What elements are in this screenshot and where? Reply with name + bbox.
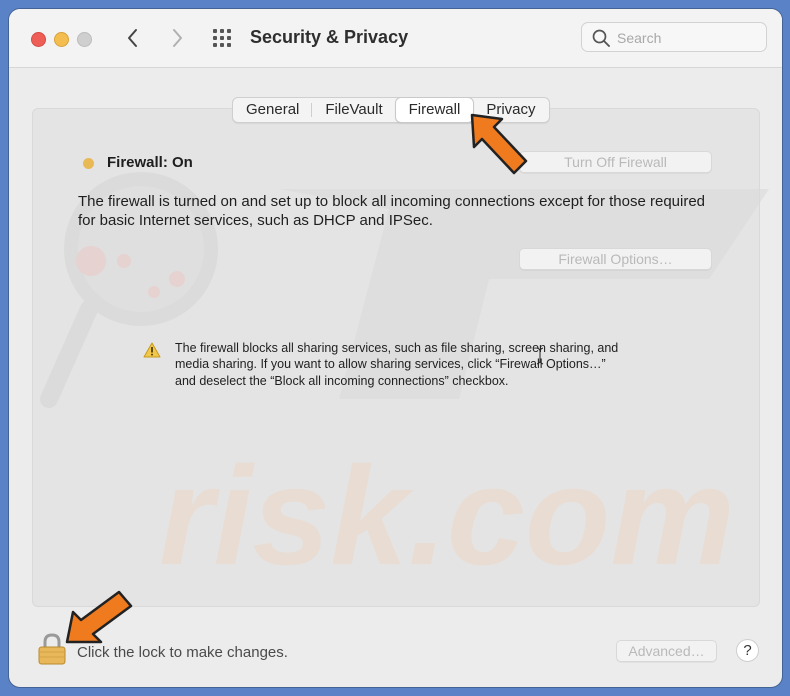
- help-button[interactable]: ?: [736, 639, 759, 662]
- minimize-button[interactable]: [54, 32, 69, 47]
- firewall-description: The firewall is turned on and set up to …: [78, 193, 706, 229]
- sharing-warning: The firewall blocks all sharing services…: [175, 341, 619, 388]
- padlock-icon[interactable]: [37, 633, 67, 665]
- arrow-icon: [65, 590, 133, 644]
- tab-general[interactable]: General: [233, 98, 313, 122]
- grid-icon[interactable]: [212, 28, 236, 48]
- window-title: Security & Privacy: [250, 27, 409, 47]
- back-chevron-icon[interactable]: [121, 25, 145, 51]
- zoom-button[interactable]: [77, 32, 92, 47]
- title-bar: Security & Privacy Search: [9, 9, 782, 68]
- warning-icon: [143, 342, 161, 358]
- tab-firewall[interactable]: Firewall: [395, 98, 474, 122]
- firewall-options-button[interactable]: Firewall Options…: [519, 248, 712, 270]
- status-indicator: [83, 158, 94, 169]
- search-icon: [592, 29, 610, 47]
- search-field[interactable]: Search: [581, 22, 767, 52]
- close-button[interactable]: [31, 32, 46, 47]
- preferences-window: Security & Privacy Search risk.com Gener…: [9, 9, 782, 687]
- forward-chevron-icon[interactable]: [165, 25, 189, 51]
- firewall-status: Firewall: On: [107, 154, 193, 171]
- lock-message: Click the lock to make changes.: [77, 644, 288, 661]
- turn-off-firewall-button[interactable]: Turn Off Firewall: [519, 151, 712, 173]
- text-cursor-icon: [536, 347, 544, 365]
- tab-filevault[interactable]: FileVault: [312, 98, 395, 122]
- arrow-icon: [470, 113, 528, 175]
- search-placeholder: Search: [617, 30, 662, 46]
- advanced-button[interactable]: Advanced…: [616, 640, 717, 662]
